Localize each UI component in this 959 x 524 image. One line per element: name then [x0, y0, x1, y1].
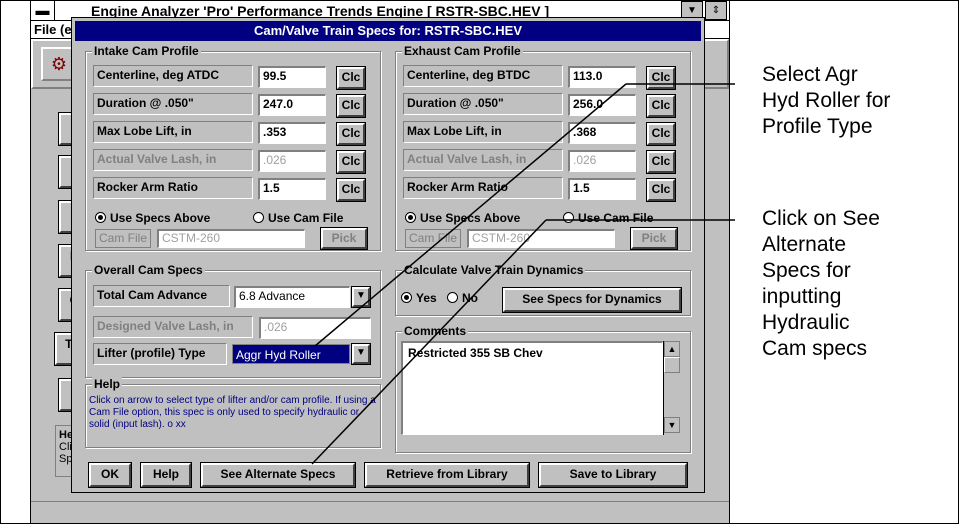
annotation-bottom: Click on See Alternate Specs for inputti… — [762, 206, 880, 362]
annotation-top-line-2: Hyd Roller for — [762, 89, 891, 112]
annotation-bottom-line-6: Cam specs — [762, 337, 868, 360]
annotation-top-line-1: Select Agr — [762, 63, 858, 86]
annotation-bottom-line-5: Hydraulic — [762, 311, 850, 334]
annotation-bottom-line-4: inputting — [762, 285, 842, 308]
annotation-top-line-3: Profile Type — [762, 115, 873, 138]
annotation-top: Select Agr Hyd Roller for Profile Type — [762, 62, 890, 140]
annotation-bottom-line-3: Specs for — [762, 259, 851, 282]
callout-line-bottom-diagonal — [311, 219, 547, 465]
callout-line-top-diagonal — [314, 83, 627, 347]
annotation-bottom-line-1: Click on See — [762, 207, 880, 230]
annotation-bottom-line-2: Alternate — [762, 233, 847, 256]
